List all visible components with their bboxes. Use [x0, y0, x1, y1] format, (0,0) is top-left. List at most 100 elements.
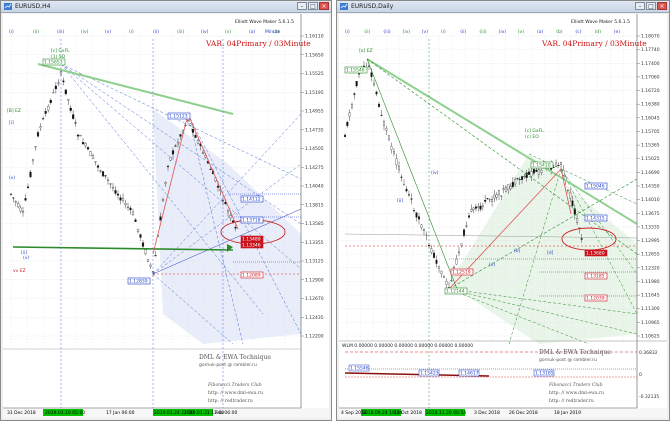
wave-label: (i) [441, 29, 446, 35]
wave-label-v: (v) [23, 255, 29, 261]
wave-label-iii: [ii] [397, 198, 403, 204]
price-box: 1.14315 [586, 216, 605, 222]
footer-email: gornuk-post @ rambler.ru [539, 357, 597, 363]
indicator-box: 1.15423 [420, 371, 439, 377]
price-tick: 1.12200 [305, 334, 324, 340]
wave-label: (iv) [81, 29, 89, 35]
time-tick: 3 Dec 2018 [474, 410, 500, 416]
price-tick: 1.14350 [641, 184, 660, 190]
price-tick: 1.14955 [305, 109, 324, 115]
price-chart[interactable]: 1.180701.177401.174001.170601.167201.163… [339, 14, 667, 418]
maker-label: Elliott Wave Maker 5.6.1.5 [571, 19, 630, 25]
close-icon[interactable]: × [319, 2, 329, 10]
time-tick: 18 Oct 2018 [394, 410, 422, 416]
price-tick: 1.10625 [641, 334, 660, 340]
price-box: 1.15546 [346, 68, 365, 74]
wave-label: (iii) [479, 29, 487, 35]
price-box: 1.12519 [452, 270, 471, 276]
wave-label: (e) [614, 29, 621, 35]
wave-label: (ii) [460, 29, 466, 35]
price-box: 1.12144 [446, 289, 465, 295]
wave-label-top: [a] EZ [359, 48, 373, 54]
price-tick: 1.14505 [305, 146, 324, 152]
minimize-icon[interactable]: – [635, 2, 645, 10]
wave-label: (v) [225, 29, 231, 35]
price-tick: 1.13355 [305, 240, 324, 246]
price-tick: 1.15365 [641, 143, 660, 149]
wave-label-c: [c] GxFL [525, 128, 544, 134]
wave-label: (ii) [153, 29, 159, 35]
wave-label: (iv) [499, 29, 507, 35]
footer-site2: http: // redtrader.ru [549, 398, 594, 404]
var-label: VAR. 04Primary / 03Minute [205, 39, 311, 48]
price-tick: 1.10965 [641, 320, 660, 326]
price-box: 1.12039 [586, 296, 605, 302]
price-box: 1.13346 [242, 243, 261, 249]
footer-site2: http: // redtrader.ru [208, 398, 253, 404]
wave-label-1: (1) SD [51, 54, 66, 60]
indicator-header: WLM 0.00000 0.00000 0.00000 0.00000 0.00… [342, 343, 473, 349]
wave-label: (a) [537, 29, 544, 35]
wave-label: (iv) [403, 29, 411, 35]
maximize-icon[interactable]: □ [646, 2, 656, 10]
price-box: 1.13718 [242, 218, 261, 224]
wave-label: (ii) [364, 29, 370, 35]
price-tick: 1.13815 [305, 202, 324, 208]
price-tick: 1.12900 [305, 277, 324, 283]
price-tick: 1.13335 [641, 224, 660, 230]
price-tick: 1.15025 [641, 156, 660, 162]
price-tick: 1.17740 [641, 47, 660, 53]
price-tick: 1.14690 [641, 170, 660, 176]
price-box: 1.15123 [169, 114, 188, 120]
chart-area[interactable]: 1.16110 1.15650 1.15525 1.15195 1.14955 1.147… [3, 14, 329, 418]
price-chart[interactable]: 1.161101.156501.155251.151951.149551.147… [3, 14, 329, 418]
chart-window-eurusd-h4[interactable]: EURUSD,H4 – □ × 1.16110 1.15650 1.15525 … [0, 0, 332, 421]
wave-label: (ii) [33, 29, 39, 35]
wave-label-d: [d] [547, 250, 554, 256]
time-tick: 17 Jan 06:00 [106, 410, 135, 416]
price-tick: 1.14275 [305, 165, 324, 171]
footer-brand: DML & EWA Technique [539, 349, 611, 356]
footer-fib: Fibonacci Traders Club [548, 382, 603, 388]
price-box: 1.15410 [532, 163, 551, 169]
wave-label-c-eo: (c) EO [525, 134, 539, 140]
footer-fib: Fibonacci Traders Club [207, 382, 262, 388]
wave-label: (v) [518, 29, 524, 35]
time-tick: Feb 06:00 [215, 410, 238, 416]
price-tick: 1.15195 [305, 90, 324, 96]
price-tick: 1.17400 [641, 61, 660, 67]
close-icon[interactable]: × [657, 2, 667, 10]
wave-label: (a) [249, 29, 256, 35]
app-icon [4, 3, 12, 10]
price-tick: 1.13585 [305, 221, 324, 227]
wave-label: (v) [105, 29, 111, 35]
footer-email: gornuk-post @ rambler.ru [199, 362, 257, 368]
footer-brand: DML & EWA Technique [199, 354, 271, 361]
window-title: EURUSD,Daily [351, 3, 394, 10]
minimize-icon[interactable]: – [297, 2, 307, 10]
maximize-icon[interactable]: □ [308, 2, 318, 10]
price-tick: 1.12995 [641, 238, 660, 244]
wave-label: (v) [422, 29, 428, 35]
price-box: 1.13185 [586, 274, 605, 280]
title-bar[interactable]: EURUSD,H4 – □ × [1, 1, 331, 13]
price-tick: 1.17060 [641, 74, 660, 80]
chart-window-eurusd-daily[interactable]: EURUSD,Daily – □ × 1.18070 1.17740 1.174… [336, 0, 670, 421]
wave-label-hz: vv EZ [13, 268, 26, 274]
price-box: 1.15653 [44, 60, 63, 66]
wave-label: (c) [575, 29, 581, 35]
price-tick: 1.13125 [305, 259, 324, 265]
footer-site1: http: // www.dml-ewa.ru [208, 390, 263, 396]
price-box: 1.12089 [242, 273, 261, 279]
price-tick: 1.15525 [305, 71, 324, 77]
time-tick: 4 Sep 2018 [341, 410, 367, 416]
price-tick: 1.11980 [641, 279, 660, 285]
price-tick: 1.15705 [641, 129, 660, 135]
title-bar[interactable]: EURUSD,Daily – □ × [337, 1, 669, 13]
wave-label: (d) [595, 29, 602, 35]
chart-area[interactable]: 1.18070 1.17740 1.17400 1.17060 1.16720 1.163… [339, 14, 667, 418]
price-tick: 1.15650 [305, 52, 324, 58]
price-box: 1.14112 [242, 197, 261, 203]
window-title: EURUSD,H4 [15, 3, 51, 10]
var-label: VAR. 04Primary / 03Minute [541, 39, 647, 48]
